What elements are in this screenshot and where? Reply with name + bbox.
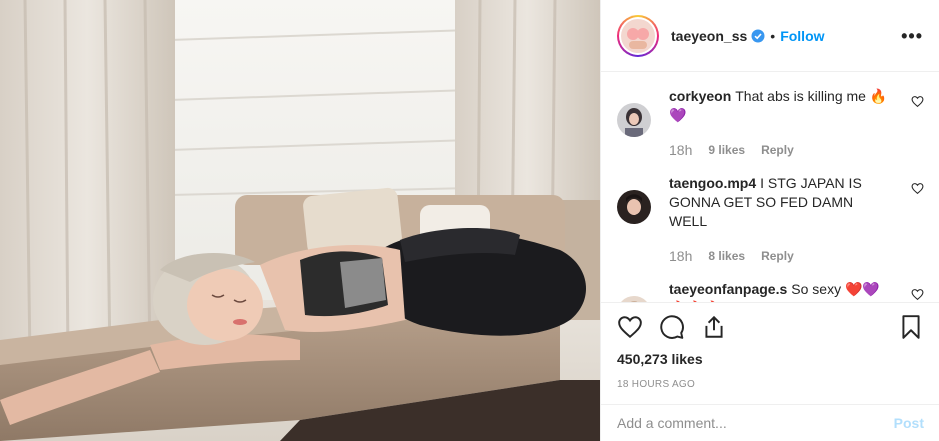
reply-button[interactable]: Reply bbox=[761, 141, 794, 160]
post-photo[interactable] bbox=[0, 0, 600, 441]
comment-item: corkyeon That abs is killing me 🔥💜 18h 9 … bbox=[617, 73, 924, 160]
post-actions: 450,273 likes 18 HOURS AGO bbox=[601, 302, 939, 390]
comment-username[interactable]: taengoo.mp4 bbox=[669, 175, 756, 191]
comment-username[interactable]: taeyeonfanpage.s bbox=[669, 281, 787, 297]
follow-button[interactable]: Follow bbox=[780, 28, 824, 44]
share-icon[interactable] bbox=[701, 314, 727, 340]
comment-meta: 18h 9 likes Reply bbox=[669, 141, 894, 160]
comment-time[interactable]: 18h bbox=[669, 141, 692, 160]
comment-item: taeyeonfanpage.sSo sexy ❤️💜 🔥🔥🔥 bbox=[617, 266, 924, 302]
separator-dot: • bbox=[770, 27, 776, 44]
post-side-panel: taeyeon_ss • Follow ••• corkyeon That ab… bbox=[600, 0, 939, 441]
commenter-avatar[interactable] bbox=[617, 103, 651, 137]
post-timestamp[interactable]: 18 HOURS AGO bbox=[617, 379, 924, 390]
comment-icon[interactable] bbox=[659, 314, 685, 340]
profile-avatar[interactable] bbox=[617, 14, 659, 57]
comment-input[interactable] bbox=[617, 415, 894, 431]
comment-likes[interactable]: 8 likes bbox=[708, 247, 745, 266]
heart-icon[interactable] bbox=[617, 314, 643, 340]
likes-count[interactable]: 450,273 likes bbox=[617, 351, 924, 367]
heart-icon[interactable] bbox=[911, 182, 924, 195]
post-username[interactable]: taeyeon_ss bbox=[671, 28, 747, 44]
verified-badge-icon bbox=[751, 29, 765, 43]
comment-username[interactable]: corkyeon bbox=[669, 88, 731, 104]
profile-avatar-image bbox=[621, 18, 655, 53]
bookmark-icon[interactable] bbox=[898, 314, 924, 340]
comment-item: taengoo.mp4 I STG JAPAN IS GONNA GET SO F… bbox=[617, 160, 924, 266]
post-comment-button[interactable]: Post bbox=[894, 415, 924, 431]
comment-meta: 18h 8 likes Reply bbox=[669, 247, 894, 266]
post-header: taeyeon_ss • Follow ••• bbox=[601, 0, 939, 72]
heart-icon[interactable] bbox=[911, 95, 924, 108]
comments-list[interactable]: corkyeon That abs is killing me 🔥💜 18h 9 … bbox=[601, 73, 939, 302]
comment-time[interactable]: 18h bbox=[669, 247, 692, 266]
comment-likes[interactable]: 9 likes bbox=[708, 141, 745, 160]
add-comment-bar: Post bbox=[601, 404, 939, 441]
action-row bbox=[617, 313, 924, 341]
more-options-icon[interactable]: ••• bbox=[901, 27, 923, 45]
reply-button[interactable]: Reply bbox=[761, 247, 794, 266]
heart-icon[interactable] bbox=[911, 288, 924, 301]
commenter-avatar[interactable] bbox=[617, 190, 651, 224]
post-photo-illustration bbox=[0, 0, 600, 441]
